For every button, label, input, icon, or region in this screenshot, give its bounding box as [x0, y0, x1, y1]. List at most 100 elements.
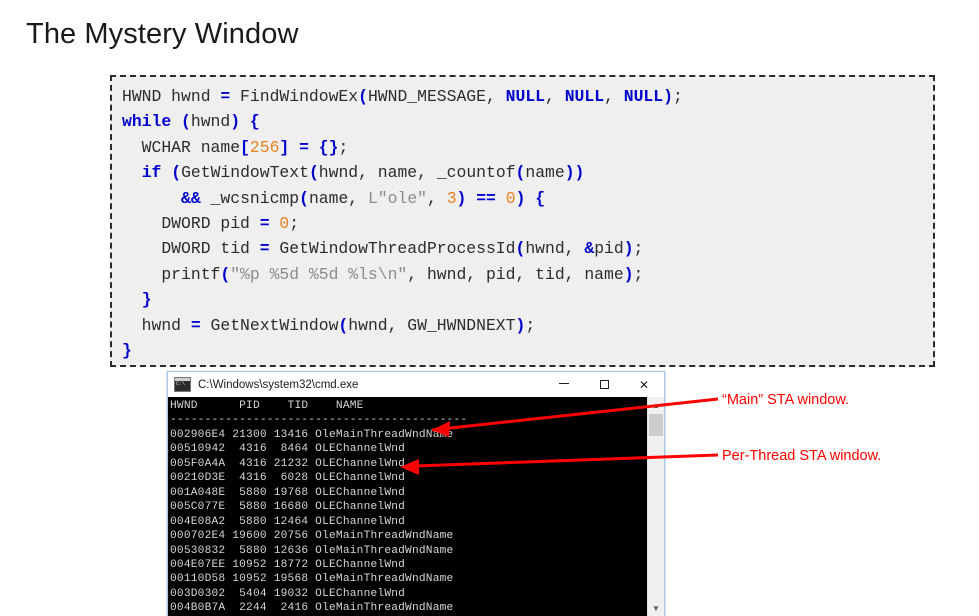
code-token: printf — [122, 264, 221, 284]
code-token: { — [249, 112, 260, 132]
code-token: ; — [525, 315, 536, 335]
minimize-button[interactable] — [544, 372, 584, 397]
code-token: ( — [515, 239, 526, 259]
code-line: while (hwnd) { — [122, 109, 933, 134]
scroll-down-arrow-icon[interactable]: ▼ — [648, 600, 664, 616]
code-token: = — [259, 214, 270, 234]
code-token: ) — [623, 264, 634, 284]
scroll-up-arrow-icon[interactable]: ▲ — [648, 397, 664, 413]
code-token: 3 — [446, 188, 457, 208]
code-line: DWORD pid = 0; — [122, 211, 933, 236]
console-row: 003D0302 5404 19032 OLEChannelWnd — [170, 587, 406, 600]
console-row: 00530832 5880 12636 OleMainThreadWndName — [170, 544, 454, 557]
code-token: NULL — [623, 87, 664, 106]
code-token: HWND hwnd — [122, 87, 221, 106]
code-token: 256 — [249, 137, 280, 157]
code-token: hwnd, — [525, 239, 585, 259]
code-token: )) — [564, 163, 585, 183]
code-token: NULL — [564, 87, 605, 106]
code-token: , — [545, 87, 565, 106]
code-line: DWORD tid = GetWindowThreadProcessId(hwn… — [122, 236, 933, 261]
code-line: hwnd = GetNextWindow(hwnd, GW_HWNDNEXT); — [122, 313, 933, 338]
code-token: ( — [338, 315, 349, 335]
close-button[interactable]: ✕ — [624, 372, 664, 397]
code-token: ( — [358, 87, 368, 106]
maximize-button[interactable] — [584, 372, 624, 397]
annotation-main-sta-label: “Main” STA window. — [722, 392, 850, 408]
minimize-icon — [559, 383, 569, 384]
console-titlebar[interactable]: C:\Windows\system32\cmd.exe ✕ — [168, 372, 664, 397]
code-token: ) — [230, 112, 241, 132]
code-line: printf("%p %5d %5d %ls\n", hwnd, pid, ti… — [122, 262, 933, 287]
code-snippet: HWND hwnd = FindWindowEx(HWND_MESSAGE, N… — [110, 75, 935, 367]
code-token: HWND_MESSAGE, — [367, 87, 506, 106]
code-token: [ — [240, 137, 250, 157]
code-token: ) — [456, 188, 467, 208]
code-line: WCHAR name[256] = {}; — [122, 135, 933, 160]
code-token: } — [122, 341, 132, 361]
code-token: _wcsnicmp — [200, 188, 300, 208]
code-token: GetWindowText — [181, 163, 309, 183]
code-token: ; — [289, 214, 300, 234]
code-token: DWORD tid — [122, 239, 260, 259]
console-row: 005C077E 5880 16680 OLEChannelWnd — [170, 501, 406, 514]
code-token: WCHAR name — [122, 137, 241, 157]
annotation-per-thread-sta-label: Per-Thread STA window. — [722, 448, 882, 464]
code-line: && _wcsnicmp(name, L"ole", 3) == 0) { — [122, 186, 933, 211]
console-body: HWND PID TID NAME -----------------------… — [168, 397, 664, 616]
code-token: ( — [308, 163, 319, 183]
console-scrollbar[interactable]: ▲ ▼ — [647, 397, 664, 616]
code-token: { — [535, 188, 546, 208]
code-token: hwnd — [190, 112, 231, 132]
code-token: L"ole" — [367, 188, 427, 208]
code-line: if (GetWindowText(hwnd, name, _countof(n… — [122, 160, 933, 185]
code-token: while — [122, 112, 172, 132]
code-token: ; — [672, 87, 683, 106]
console-row: 002906E4 21300 13416 OleMainThreadWndNam… — [170, 428, 454, 441]
code-token: hwnd, GW_HWNDNEXT — [348, 315, 516, 335]
maximize-icon — [599, 380, 609, 389]
code-token: GetWindowThreadProcessId — [269, 239, 516, 259]
code-token: if — [141, 163, 162, 183]
console-separator-row: ----------------------------------------… — [170, 414, 468, 427]
code-token: = — [190, 315, 201, 335]
console-window[interactable]: C:\Windows\system32\cmd.exe ✕ HWND PID T… — [167, 371, 665, 616]
code-token: = — [220, 87, 231, 106]
console-row: 00110D58 10952 19568 OleMainThreadWndNam… — [170, 573, 454, 586]
code-token: "%p %5d %5d %ls\n" — [230, 264, 408, 284]
console-header-row: HWND PID TID NAME — [170, 400, 364, 412]
cmd-icon — [174, 377, 191, 392]
code-token: 0 — [279, 214, 290, 234]
code-token: } — [141, 290, 152, 310]
code-token: ; — [633, 264, 644, 284]
code-token: == — [476, 188, 496, 208]
code-token: = — [299, 137, 309, 157]
console-row: 001A048E 5880 19768 OLEChannelWnd — [170, 486, 406, 499]
console-row: 004B0B7A 2244 2416 OleMainThreadWndName — [170, 602, 454, 615]
console-row: 00510942 4316 8464 OLEChannelWnd — [170, 443, 406, 456]
code-token: & — [584, 239, 595, 259]
code-token: ( — [299, 188, 309, 208]
code-token: {} — [318, 137, 339, 157]
console-output: HWND PID TID NAME -----------------------… — [168, 397, 647, 616]
code-token: name, — [308, 188, 368, 208]
code-token: GetNextWindow — [200, 315, 339, 335]
code-token: && — [181, 188, 201, 208]
code-token: ) — [515, 315, 526, 335]
code-token: = — [259, 239, 270, 259]
code-token: hwnd — [122, 315, 191, 335]
code-token: ] — [279, 137, 290, 157]
code-token: name — [525, 163, 565, 183]
code-line: } — [122, 338, 933, 363]
scrollbar-thumb[interactable] — [649, 414, 663, 436]
code-token: , hwnd, pid, tid, name — [407, 264, 624, 284]
